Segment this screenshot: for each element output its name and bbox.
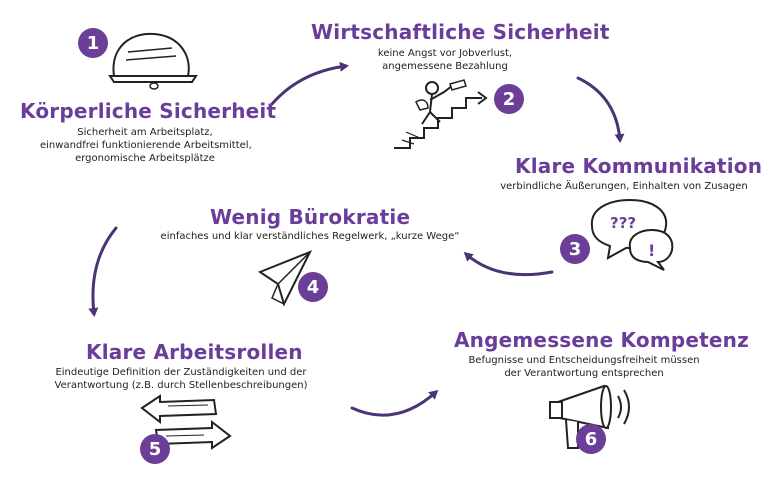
title-angemessene-kompetenz: Angemessene Kompetenz xyxy=(454,328,749,352)
desc-wenig-buerokratie: einfaches und klar verständliches Regelw… xyxy=(160,231,460,242)
arrow-2-to-3 xyxy=(576,76,625,143)
step-badge-3: 3 xyxy=(560,234,590,264)
step-badge-2: 2 xyxy=(494,84,524,114)
arrow-4-to-5 xyxy=(88,226,118,317)
step-badge-4: 4 xyxy=(298,272,328,302)
helmet-icon xyxy=(108,32,198,90)
arrow-3-to-4 xyxy=(463,252,554,277)
arrow-5-to-6 xyxy=(350,389,439,417)
step-badge-1: 1 xyxy=(78,28,108,58)
desc-klare-kommunikation: verbindliche Äußerungen, Einhalten von Z… xyxy=(500,181,748,192)
title-klare-arbeitsrollen: Klare Arbeitsrollen xyxy=(86,340,303,364)
step-badge-5: 5 xyxy=(140,434,170,464)
desc-wirtschaftliche-sicherheit: keine Angst vor Jobverlust, angemessene … xyxy=(377,48,513,72)
bubble-exclamation: ! xyxy=(648,241,655,260)
title-wenig-buerokratie: Wenig Bürokratie xyxy=(210,205,411,229)
title-wirtschaftliche-sicherheit: Wirtschaftliche Sicherheit xyxy=(311,20,610,44)
desc-klare-arbeitsrollen: Eindeutige Definition der Zuständigkeite… xyxy=(54,367,308,391)
climbing-person-icon xyxy=(394,79,488,149)
speech-bubbles-icon: ??? ! xyxy=(590,198,674,271)
step-badge-6: 6 xyxy=(576,424,606,454)
diagram: 1 Körperliche Sicherheit Sicherheit am A… xyxy=(0,0,780,480)
desc-angemessene-kompetenz: Befugnisse und Entscheidungsfreiheit müs… xyxy=(468,355,700,379)
desc-koerperliche-sicherheit: Sicherheit am Arbeitsplatz, einwandfrei … xyxy=(40,127,252,164)
title-koerperliche-sicherheit: Körperliche Sicherheit xyxy=(20,99,277,123)
title-klare-kommunikation: Klare Kommunikation xyxy=(515,154,763,178)
bubble-question-marks: ??? xyxy=(610,214,636,232)
